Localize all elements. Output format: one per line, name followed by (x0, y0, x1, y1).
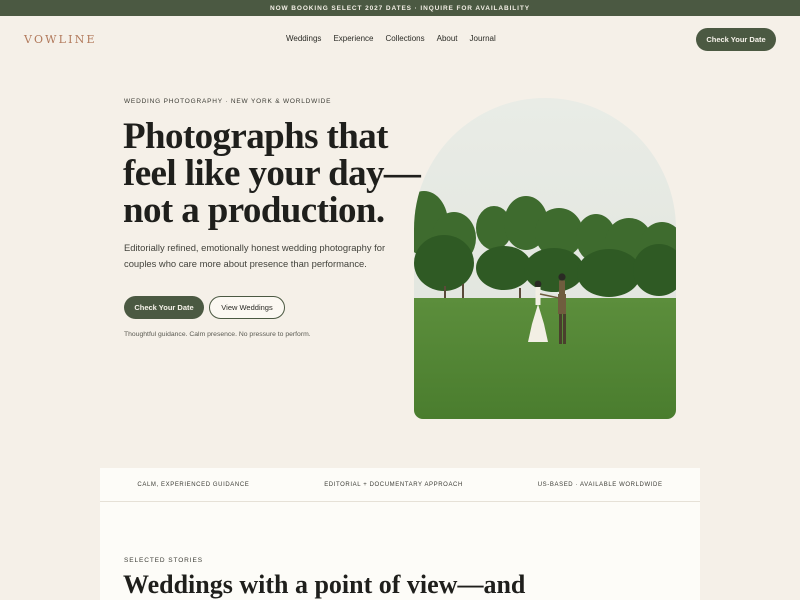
value-strip: CALM, EXPERIENCED GUIDANCE EDITORIAL + D… (100, 468, 700, 502)
stories-title: Weddings with a point of view—and (123, 570, 526, 599)
nav-item-about[interactable]: About (437, 34, 458, 43)
brand-logo[interactable]: VOWLINE (24, 33, 97, 46)
hero-reassurance: Thoughtful guidance. Calm presence. No p… (124, 331, 311, 338)
nav-item-collections[interactable]: Collections (385, 34, 424, 43)
nav-item-journal[interactable]: Journal (470, 34, 496, 43)
main-nav: Weddings Experience Collections About Jo… (286, 34, 496, 43)
hero-headline: Photographs that feel like your day—not … (123, 116, 421, 231)
value-item: EDITORIAL + DOCUMENTARY APPROACH (324, 481, 463, 488)
header-check-date-button[interactable]: Check Your Date (696, 28, 776, 51)
nav-item-experience[interactable]: Experience (333, 34, 373, 43)
hero-photo (414, 98, 676, 419)
hero-subhead: Editorially refined, emotionally honest … (124, 242, 386, 269)
check-date-button[interactable]: Check Your Date (124, 296, 204, 319)
view-weddings-button[interactable]: View Weddings (209, 296, 285, 319)
nav-item-weddings[interactable]: Weddings (286, 34, 321, 43)
value-item: CALM, EXPERIENCED GUIDANCE (137, 481, 250, 488)
announcement-bar: NOW BOOKING SELECT 2027 DATES · INQUIRE … (0, 0, 800, 16)
value-item: US-BASED · AVAILABLE WORLDWIDE (537, 481, 663, 488)
hero-eyebrow: WEDDING PHOTOGRAPHY · NEW YORK & WORLDWI… (124, 98, 332, 105)
couple-in-park-image (414, 98, 676, 419)
stories-eyebrow: SELECTED STORIES (124, 557, 203, 564)
